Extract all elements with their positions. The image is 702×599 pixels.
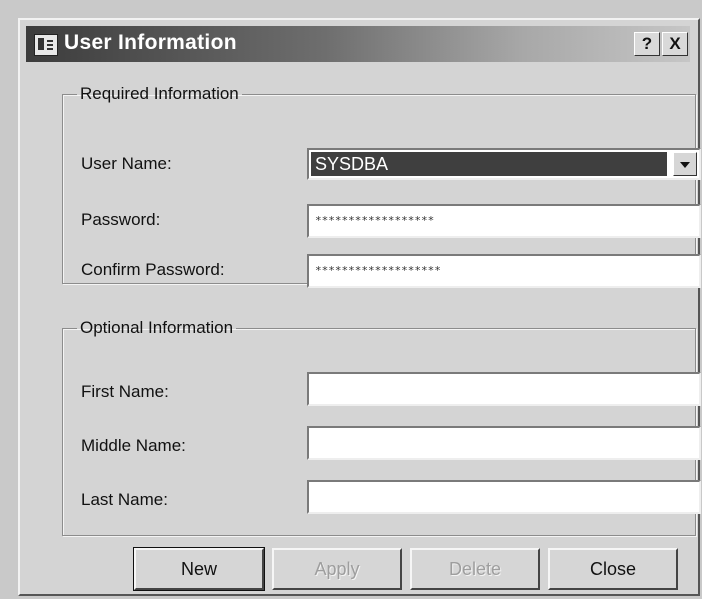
new-button[interactable]: New (133, 547, 265, 591)
title-bar[interactable]: User Information ? X (26, 26, 690, 62)
last-name-field[interactable] (307, 480, 701, 514)
user-information-dialog: User Information ? X Required Informatio… (18, 18, 701, 596)
window-app-icon (34, 34, 58, 56)
optional-information-group: Optional Information First Name: Middle … (62, 318, 701, 536)
password-field[interactable]: ****************** (307, 204, 701, 238)
window-title: User Information (64, 31, 237, 54)
confirm-password-field[interactable]: ******************* (307, 254, 701, 288)
password-label: Password: (81, 210, 161, 229)
close-button[interactable]: Close (548, 548, 678, 590)
first-name-label: First Name: (81, 382, 169, 401)
confirm-password-label: Confirm Password: (81, 260, 225, 279)
optional-information-legend: Optional Information (80, 318, 234, 337)
delete-button[interactable]: Delete (410, 548, 540, 590)
user-name-value: SYSDBA (311, 152, 667, 176)
chevron-down-icon[interactable] (673, 152, 697, 176)
middle-name-label: Middle Name: (81, 436, 186, 455)
middle-name-field[interactable] (307, 426, 701, 460)
required-information-group: Required Information User Name: SYSDBA P… (62, 84, 701, 288)
apply-button[interactable]: Apply (272, 548, 402, 590)
last-name-label: Last Name: (81, 490, 168, 509)
close-icon[interactable]: X (662, 32, 688, 56)
help-button[interactable]: ? (634, 32, 660, 56)
user-name-label: User Name: (81, 154, 172, 173)
user-name-combobox[interactable]: SYSDBA (307, 148, 701, 180)
first-name-field[interactable] (307, 372, 701, 406)
required-information-legend: Required Information (80, 84, 239, 103)
